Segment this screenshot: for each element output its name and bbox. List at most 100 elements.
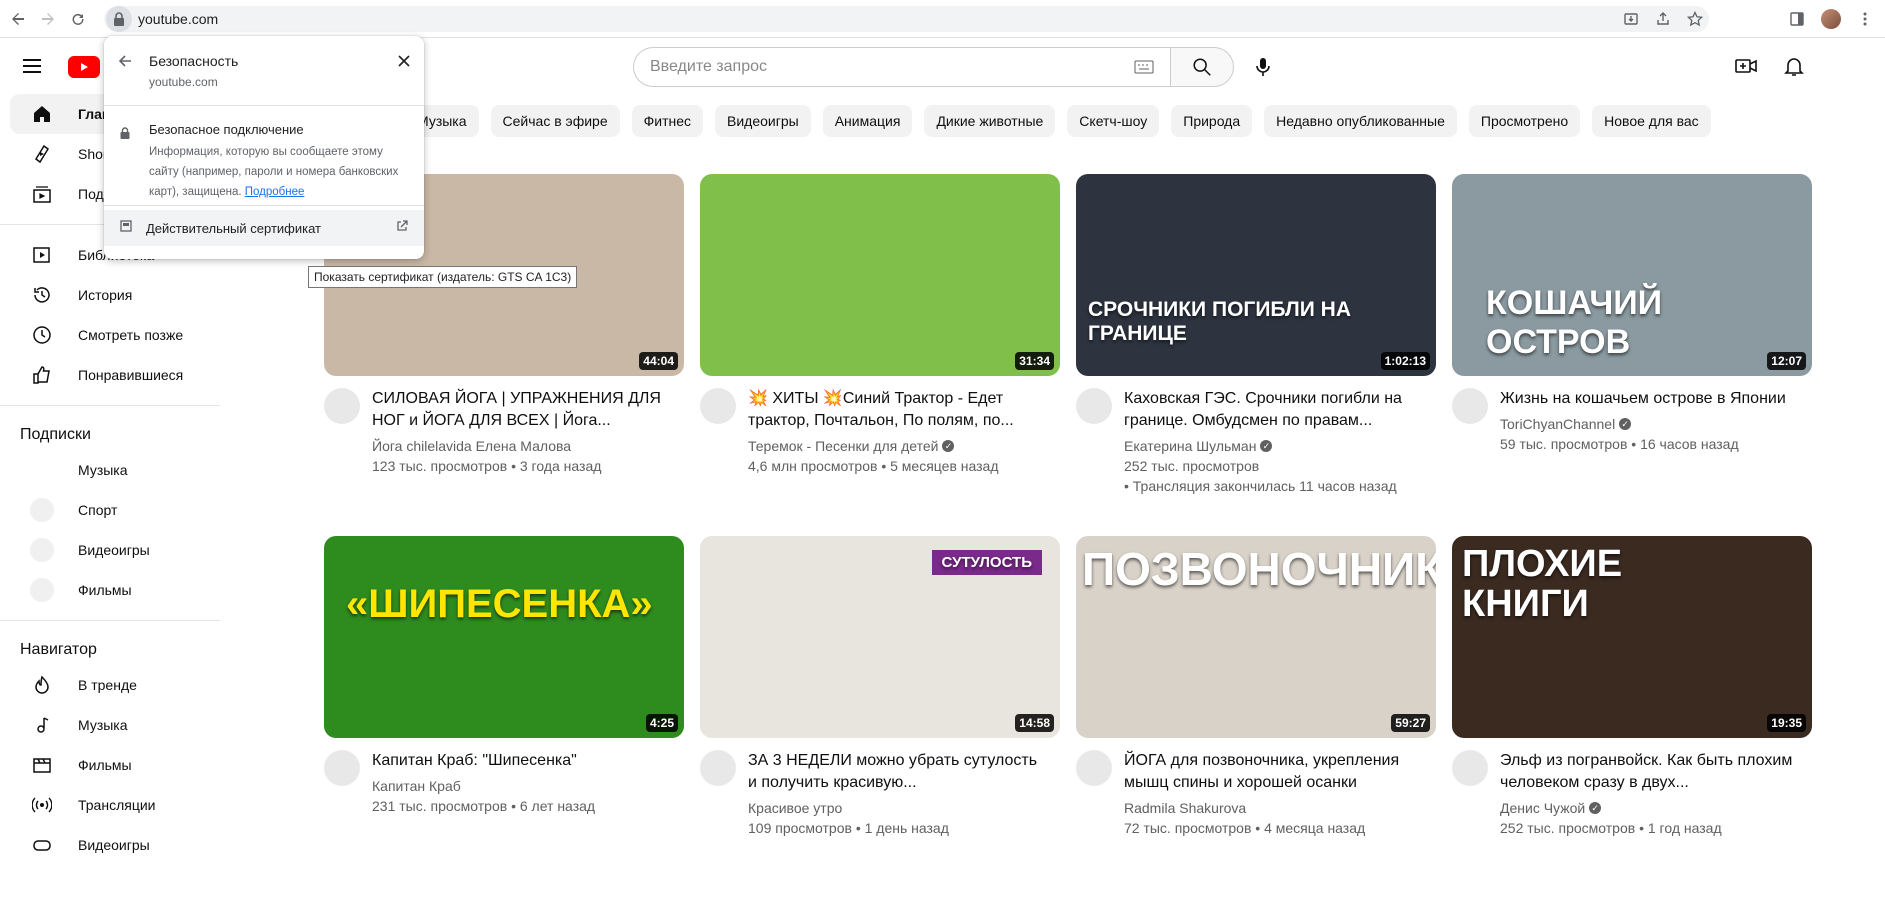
certificate-row[interactable]: Действительный сертификат: [104, 210, 424, 246]
channel-avatar[interactable]: [1076, 750, 1112, 786]
chip-recently-uploaded[interactable]: Недавно опубликованные: [1264, 105, 1457, 137]
bookmark-star-icon[interactable]: [1685, 9, 1705, 29]
video-stats: 4,6 млн просмотров • 5 месяцев назад: [748, 458, 999, 474]
sidebar-item-watch-later[interactable]: Смотреть позже: [10, 315, 210, 355]
video-thumbnail[interactable]: ПОЗВОНОЧНИК 59:27: [1076, 536, 1436, 738]
video-thumbnail[interactable]: 31:34: [700, 174, 1060, 376]
video-thumbnail[interactable]: СУТУЛОСТЬ 14:58: [700, 536, 1060, 738]
channel-avatar[interactable]: [324, 388, 360, 424]
video-meta: ЗА 3 НЕДЕЛИ можно убрать сутулость и пол…: [700, 750, 1060, 838]
notifications-bell-icon[interactable]: [1782, 54, 1806, 83]
video-card[interactable]: СРОЧНИКИ ПОГИБЛИ НА ГРАНИЦЕ 1:02:13 Каховс…: [1076, 174, 1436, 536]
search-field[interactable]: [633, 47, 1170, 87]
subscription-music[interactable]: Музыка: [10, 450, 210, 490]
close-icon[interactable]: [398, 54, 410, 72]
video-title[interactable]: ЗА 3 НЕДЕЛИ можно убрать сутулость и пол…: [748, 750, 1048, 794]
hamburger-menu-icon[interactable]: [20, 54, 44, 83]
channel-avatar[interactable]: [700, 388, 736, 424]
create-video-icon[interactable]: [1734, 54, 1758, 83]
video-thumbnail[interactable]: ПЛОХИЕ КНИГИ 19:35: [1452, 536, 1812, 738]
channel-avatar[interactable]: [324, 750, 360, 786]
profile-avatar[interactable]: [1821, 9, 1841, 29]
video-title[interactable]: ЙОГА для позвоночника, укрепления мышц с…: [1124, 750, 1424, 794]
voice-search-button[interactable]: [1246, 50, 1280, 84]
search-input[interactable]: [650, 58, 1120, 76]
video-title[interactable]: Эльф из погранвойск. Как быть плохим чел…: [1500, 750, 1800, 794]
site-info-button[interactable]: [106, 6, 132, 32]
video-card[interactable]: «ШИПЕСЕНКА» 4:25 Капитан Краб: "Шипесенка"…: [324, 536, 684, 898]
channel-name[interactable]: ToriChyanChannel: [1500, 414, 1615, 434]
youtube-logo[interactable]: [68, 56, 100, 78]
keyboard-icon[interactable]: [1134, 60, 1154, 74]
sidebar-item-label: Понравившиеся: [78, 367, 184, 383]
side-panel-icon[interactable]: [1787, 9, 1807, 29]
channel-avatar[interactable]: [1076, 388, 1112, 424]
thumbnail-caption: КОШАЧИЙ ОСТРОВ: [1486, 284, 1663, 361]
video-card[interactable]: ПОЗВОНОЧНИК 59:27 ЙОГА для позвоночника, у…: [1076, 536, 1436, 898]
channel-name[interactable]: Radmila Shakurova: [1124, 798, 1246, 818]
back-icon[interactable]: [6, 7, 30, 31]
channel-name[interactable]: Теремок - Песенки для детей: [748, 436, 938, 456]
reload-icon[interactable]: [66, 7, 90, 31]
channel-name[interactable]: Капитан Краб: [372, 776, 461, 796]
chip-fitness[interactable]: Фитнес: [631, 105, 704, 137]
learn-more-link[interactable]: Подробнее: [245, 186, 305, 198]
channel-avatar[interactable]: [1452, 388, 1488, 424]
chip-live[interactable]: Сейчас в эфире: [490, 105, 620, 137]
sidebar-item-music[interactable]: Музыка: [10, 705, 210, 745]
video-thumbnail[interactable]: СРОЧНИКИ ПОГИБЛИ НА ГРАНИЦЕ 1:02:13: [1076, 174, 1436, 376]
search-button[interactable]: [1170, 47, 1234, 87]
video-title[interactable]: Капитан Краб: "Шипесенка": [372, 750, 672, 772]
video-duration: 19:35: [1767, 714, 1806, 732]
forward-icon[interactable]: [36, 7, 60, 31]
channel-avatar[interactable]: [1452, 750, 1488, 786]
video-thumbnail[interactable]: «ШИПЕСЕНКА» 4:25: [324, 536, 684, 738]
channel-name[interactable]: Екатерина Шульман: [1124, 436, 1256, 456]
sidebar-item-gaming[interactable]: Видеоигры: [10, 825, 210, 865]
install-icon[interactable]: [1621, 9, 1641, 29]
chip-watched[interactable]: Просмотрено: [1468, 105, 1581, 137]
chip-new-for-you[interactable]: Новое для вас: [1592, 105, 1711, 137]
search-icon: [1193, 58, 1211, 76]
trending-icon: [30, 673, 54, 697]
url-text[interactable]: youtube.com: [138, 11, 218, 27]
video-duration: 14:58: [1015, 714, 1054, 732]
sidebar-item-liked[interactable]: Понравившиеся: [10, 355, 210, 395]
video-card[interactable]: ПЛОХИЕ КНИГИ 19:35 Эльф из погранвойск. Ка…: [1452, 536, 1812, 898]
external-link-icon[interactable]: [396, 219, 408, 237]
video-card[interactable]: СУТУЛОСТЬ 14:58 ЗА 3 НЕДЕЛИ можно убрать с…: [700, 536, 1060, 898]
address-bar[interactable]: youtube.com: [104, 6, 1709, 32]
video-title[interactable]: Жизнь на кошачьем острове в Японии: [1500, 388, 1800, 410]
video-card[interactable]: КОШАЧИЙ ОСТРОВ 12:07 Жизнь на кошачьем ост…: [1452, 174, 1812, 536]
video-title[interactable]: СИЛОВАЯ ЙОГА | УПРАЖНЕНИЯ ДЛЯ НОГ и ЙОГА…: [372, 388, 672, 432]
channel-name-row: Денис Чужой ✓: [1500, 798, 1800, 818]
channel-name[interactable]: Йога chilelavida Елена Малова: [372, 436, 571, 456]
sidebar-item-live[interactable]: Трансляции: [10, 785, 210, 825]
video-duration: 44:04: [639, 352, 678, 370]
chrome-menu-icon[interactable]: [1855, 9, 1875, 29]
gaming-icon: [30, 833, 54, 857]
back-arrow-icon[interactable]: [118, 54, 132, 73]
subscription-sport[interactable]: Спорт: [10, 490, 210, 530]
channel-name[interactable]: Красивое утро: [748, 798, 842, 818]
lock-icon: [114, 12, 124, 26]
sidebar-item-trending[interactable]: В тренде: [10, 665, 210, 705]
video-card[interactable]: 31:34 💥 ХИТЫ 💥Синий Трактор - Едет тракто…: [700, 174, 1060, 536]
sidebar-item-films[interactable]: Фильмы: [10, 745, 210, 785]
chip-sketch-show[interactable]: Скетч-шоу: [1067, 105, 1160, 137]
chip-wild-animals[interactable]: Дикие животные: [924, 105, 1056, 137]
chip-gaming[interactable]: Видеоигры: [715, 105, 811, 137]
subscription-movies[interactable]: Фильмы: [10, 570, 210, 610]
channel-avatar[interactable]: [700, 750, 736, 786]
chip-nature[interactable]: Природа: [1171, 105, 1253, 137]
share-icon[interactable]: [1653, 9, 1673, 29]
chip-animation[interactable]: Анимация: [822, 105, 913, 137]
connection-description: Информация, которую вы сообщаете этому с…: [149, 142, 409, 202]
subscription-gaming[interactable]: Видеоигры: [10, 530, 210, 570]
video-title[interactable]: Каховская ГЭС. Срочники погибли на грани…: [1124, 388, 1424, 432]
video-thumbnail[interactable]: КОШАЧИЙ ОСТРОВ 12:07: [1452, 174, 1812, 376]
channel-avatar: [30, 538, 54, 562]
channel-name[interactable]: Денис Чужой: [1500, 798, 1585, 818]
sidebar-item-history[interactable]: История: [10, 275, 210, 315]
video-title[interactable]: 💥 ХИТЫ 💥Синий Трактор - Едет трактор, По…: [748, 388, 1048, 432]
